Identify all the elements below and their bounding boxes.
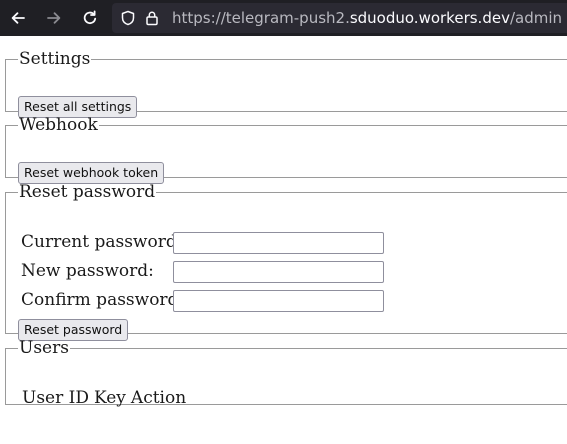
reset-password-legend: Reset password: [19, 182, 156, 202]
new-password-label: New password:: [21, 261, 154, 281]
column-header-key: Key: [94, 388, 126, 408]
column-header-action: Action: [130, 388, 187, 408]
new-password-input[interactable]: [173, 261, 384, 283]
shield-icon[interactable]: [118, 8, 138, 28]
reload-icon[interactable]: [78, 6, 102, 30]
webhook-legend: Webhook: [19, 115, 98, 135]
back-icon[interactable]: [6, 6, 30, 30]
admin-page: Settings Reset all settings Webhook Rese…: [0, 36, 567, 444]
settings-section: Settings Reset all settings: [5, 49, 567, 118]
settings-legend: Settings: [19, 49, 91, 69]
confirm-password-input[interactable]: [173, 290, 384, 312]
url-text: https://telegram-push2.sduoduo.workers.d…: [172, 9, 562, 27]
url-path: /admin: [509, 9, 563, 27]
address-bar[interactable]: https://telegram-push2.sduoduo.workers.d…: [112, 3, 567, 33]
users-section: Users User ID Key Action: [5, 338, 567, 408]
url-prefix: https://telegram-push2.: [172, 9, 350, 27]
reset-webhook-token-button[interactable]: Reset webhook token: [18, 162, 165, 184]
users-legend: Users: [19, 338, 69, 358]
lock-icon[interactable]: [142, 8, 162, 28]
webhook-section: Webhook Reset webhook token: [5, 115, 567, 184]
forward-icon[interactable]: [42, 6, 66, 30]
current-password-input[interactable]: [173, 232, 384, 254]
confirm-password-label: Confirm password:: [21, 290, 185, 310]
column-header-user-id: User ID: [22, 388, 89, 408]
current-password-label: Current password:: [21, 232, 183, 252]
reset-password-section: Reset password Current password: New pas…: [5, 182, 567, 341]
url-host: sduoduo.workers.dev: [349, 9, 510, 27]
browser-toolbar: https://telegram-push2.sduoduo.workers.d…: [0, 0, 567, 36]
users-table-header: User ID Key Action: [22, 388, 186, 408]
